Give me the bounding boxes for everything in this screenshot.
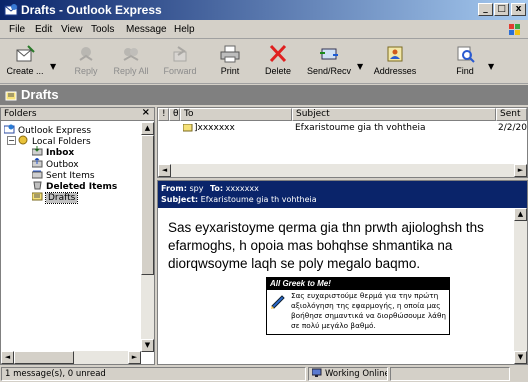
reply-icon [79,47,93,61]
send-receive-icon [320,48,338,60]
tree-item-inbox[interactable]: Inbox [32,146,74,158]
outlook-express-icon [4,124,15,134]
folders-close-button[interactable]: × [142,107,150,118]
column-subject[interactable]: Subject [292,108,496,121]
column-sent[interactable]: Sent [496,108,527,121]
send-receive-dropdown-arrow[interactable]: ▼ [357,62,363,71]
folder-banner: Drafts [0,85,528,105]
address-book-icon [387,46,403,62]
reply-button[interactable]: Reply [66,42,106,82]
subject-value: Efxaristoume gia th vohtheia [200,195,317,204]
preview-header: From: spy To: xxxxxxx Subject: Efxaristo… [158,181,527,208]
folders-vertical-scrollbar[interactable]: ▲ ▼ [141,122,154,352]
menu-edit[interactable]: Edit [35,24,52,35]
greek-box-title: All Greek to Me! [267,278,449,290]
title-bar[interactable]: Drafts - Outlook Express _ □ x [0,0,528,20]
preview-pane: From: spy To: xxxxxxx Subject: Efxaristo… [157,180,528,365]
drafts-icon [5,91,17,101]
sent-items-icon [32,170,43,179]
greek-translation-box: All Greek to Me! Σας ευχαριστούμε θερμά … [266,277,450,335]
draft-message-icon [183,124,193,132]
menu-bar: File Edit View Tools Message Help [0,21,528,39]
menu-message[interactable]: Message [126,24,167,35]
online-icon [312,368,322,377]
forward-icon [173,46,187,62]
row-sent: 2/2/200 [498,123,527,133]
status-bar: 1 message(s), 0 unread Working Online [0,366,528,382]
local-folders-collapse-toggle[interactable]: − [7,136,16,145]
maximize-button[interactable]: □ [494,3,509,16]
message-body: Sas eyxaristoyme qerma gia thn prwth aji… [168,220,484,271]
folders-pane: Folders × Outlook Express − Local Folder… [0,107,155,365]
pen-icon [271,295,285,309]
create-mail-button[interactable]: Create ... [2,42,48,82]
subject-label: Subject: [161,195,199,204]
row-to: ]xxxxxxx [194,123,235,133]
find-button[interactable]: Find [450,42,480,82]
scroll-right-arrow-icon[interactable]: ► [514,164,527,177]
status-connection: Working Online [308,367,388,381]
toolbar: Create ... ▼ Reply Reply All Forward Pri… [0,40,528,84]
printer-icon [220,45,240,63]
outlook-express-icon [4,4,18,16]
folders-scroll-thumb[interactable] [141,135,154,275]
menu-file[interactable]: File [9,24,25,35]
windows-logo-icon [509,24,520,35]
column-priority[interactable]: ! [158,108,169,121]
deleted-items-icon [33,181,42,190]
to-value: xxxxxxx [225,184,259,193]
folders-horizontal-scrollbar[interactable]: ◄ ► [1,351,141,364]
window-title: Drafts - Outlook Express [21,3,162,17]
scroll-left-arrow-icon[interactable]: ◄ [1,351,14,364]
close-button[interactable]: x [511,3,526,16]
menu-view[interactable]: View [61,24,83,35]
scroll-up-arrow-icon[interactable]: ▲ [514,208,527,221]
message-list: ! θ To Subject Sent ]xxxxxxx Efxaristoum… [157,107,528,178]
local-folders-icon [18,135,28,145]
tree-item-drafts[interactable]: Drafts [32,191,79,204]
inbox-icon [32,146,43,156]
scroll-left-arrow-icon[interactable]: ◄ [158,164,171,177]
scroll-right-arrow-icon[interactable]: ► [128,351,141,364]
outlook-express-window: Drafts - Outlook Express _ □ x File Edit… [0,0,528,382]
find-icon [457,46,475,63]
create-dropdown-arrow[interactable]: ▼ [50,62,56,71]
folder-banner-title: Drafts [21,87,59,102]
scroll-up-arrow-icon[interactable]: ▲ [141,122,154,135]
to-label: To: [210,184,224,193]
forward-button[interactable]: Forward [157,42,203,82]
status-message-count: 1 message(s), 0 unread [1,367,306,381]
reply-all-icon [123,48,139,61]
from-label: From: [161,184,187,193]
preview-vertical-scrollbar[interactable]: ▲ ▼ [514,208,527,364]
print-button[interactable]: Print [212,42,248,82]
column-to[interactable]: To [180,108,292,121]
scroll-down-arrow-icon[interactable]: ▼ [141,339,154,352]
drafts-icon [32,192,43,201]
from-value: spy [189,184,204,193]
delete-x-icon [269,44,287,63]
folders-title: Folders [4,109,37,119]
outbox-icon [32,158,43,168]
column-attachment[interactable]: θ [169,108,180,121]
menu-tools[interactable]: Tools [91,24,114,35]
find-dropdown-arrow[interactable]: ▼ [488,62,494,71]
status-empty-panel [390,367,510,381]
folders-hscroll-thumb[interactable] [14,351,74,364]
row-subject: Efxaristoume gia th vohtheia [295,123,426,133]
minimize-button[interactable]: _ [478,3,493,16]
scroll-down-arrow-icon[interactable]: ▼ [514,351,527,364]
greek-box-text: Σας ευχαριστούμε θερμά για την πρώτη αξι… [291,291,447,330]
menu-help[interactable]: Help [174,24,195,35]
addresses-button[interactable]: Addresses [370,42,420,82]
message-list-horizontal-scrollbar[interactable]: ◄ ► [158,164,527,177]
create-mail-icon [16,45,35,62]
send-receive-button[interactable]: Send/Recv [302,42,356,82]
folders-header: Folders × [1,107,154,121]
delete-button[interactable]: Delete [258,42,298,82]
reply-all-button[interactable]: Reply All [108,42,154,82]
